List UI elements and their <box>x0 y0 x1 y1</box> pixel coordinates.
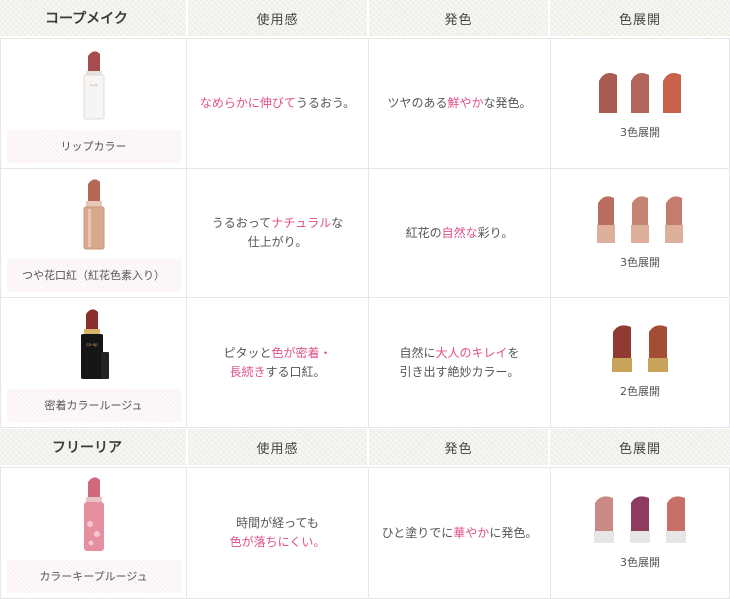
brand-header-freeria: フリーリア <box>0 429 186 465</box>
product-name: カラーキープルージュ <box>6 560 181 593</box>
svg-text:co-op: co-op <box>89 83 98 87</box>
shade-swatch <box>597 195 615 243</box>
feel-cell: 時間が経っても 色が落ちにくい。 <box>186 467 369 599</box>
header-color: 発色 <box>369 0 548 36</box>
shade-swatch <box>612 325 632 372</box>
shade-swatch <box>648 325 668 372</box>
lipstick-pink-tube-icon <box>83 477 104 551</box>
range-cell: 2色展開 <box>550 297 730 428</box>
shade-swatch <box>666 495 686 543</box>
range-cell: 3色展開 <box>550 38 730 169</box>
shade-swatch <box>630 495 650 543</box>
shade-swatch <box>631 195 649 243</box>
product-cell: つや花口紅（紅花色素入り） <box>0 168 187 298</box>
shade-count: 3色展開 <box>620 126 660 139</box>
color-cell: 紅花の自然な彩り。 <box>368 168 551 298</box>
shade-swatches <box>591 495 689 543</box>
svg-text:co-op: co-op <box>86 342 98 347</box>
shade-swatch <box>665 195 683 243</box>
product-image <box>1 169 186 259</box>
product-cell: co-op リップカラー <box>0 38 187 169</box>
shade-swatches <box>597 65 683 113</box>
shade-swatch <box>594 495 614 543</box>
range-cell: 3色展開 <box>550 467 730 599</box>
product-image: co-op <box>1 39 186 130</box>
shade-swatches <box>609 324 671 372</box>
header-range: 色展開 <box>550 429 730 465</box>
lipstick-black-tube-icon: co-op <box>80 308 109 379</box>
header-color: 発色 <box>369 429 548 465</box>
header-feel: 使用感 <box>188 429 367 465</box>
color-cell: ひと塗りでに華やかに発色。 <box>368 467 551 599</box>
shade-swatch <box>663 73 681 113</box>
range-cell: 3色展開 <box>550 168 730 298</box>
brand-header-coop: コープメイク <box>0 0 186 36</box>
product-cell: co-op 密着カラールージュ <box>0 297 187 428</box>
feel-cell: うるおってナチュラルな 仕上がり。 <box>186 168 369 298</box>
feel-cell: なめらかに伸びてうるおう。 <box>186 38 369 169</box>
product-name: 密着カラールージュ <box>6 389 181 422</box>
product-image <box>1 468 186 560</box>
brand-name: コープメイク <box>45 11 128 27</box>
product-name: つや花口紅（紅花色素入り） <box>6 259 181 292</box>
shade-count: 2色展開 <box>620 385 660 398</box>
brand-name: フリーリア <box>52 440 122 456</box>
feel-cell: ピタッと色が密着・ 長続きする口紅。 <box>186 297 369 428</box>
product-image: co-op <box>1 298 186 389</box>
shade-swatch <box>599 73 617 113</box>
color-cell: ツヤのある鮮やかな発色。 <box>368 38 551 169</box>
shade-swatch <box>631 73 649 113</box>
shade-swatches <box>594 195 686 243</box>
lipstick-gold-tube-icon <box>83 179 104 250</box>
product-cell: カラーキープルージュ <box>0 467 187 599</box>
header-range: 色展開 <box>550 0 730 36</box>
header-feel: 使用感 <box>188 0 367 36</box>
product-name: リップカラー <box>6 130 181 163</box>
color-cell: 自然に大人のキレイを 引き出す絶妙カラー。 <box>368 297 551 428</box>
shade-count: 3色展開 <box>620 555 660 569</box>
shade-count: 3色展開 <box>620 255 660 269</box>
lipstick-white-tube-icon: co-op <box>83 50 104 119</box>
